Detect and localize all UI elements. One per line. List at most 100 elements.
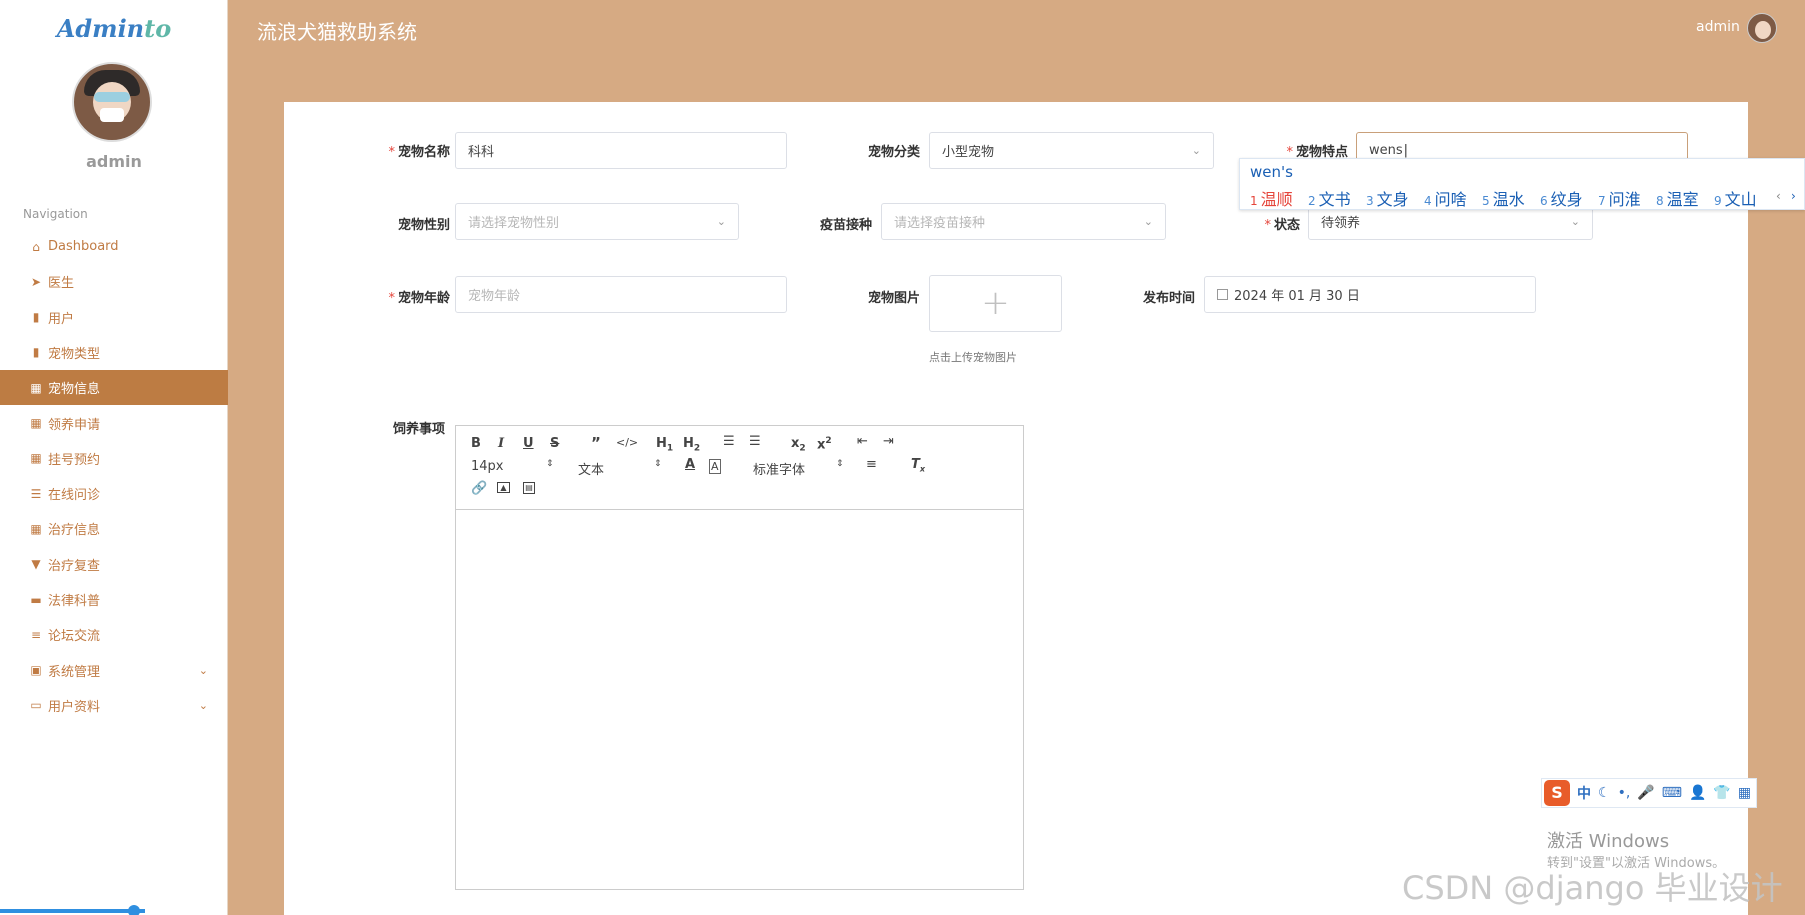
bar-chart-icon: ▮ <box>32 310 40 325</box>
publish-time-input[interactable]: 2024 年 01 月 30 日 <box>1204 276 1536 313</box>
microphone-icon[interactable]: 🎤 <box>1637 785 1654 801</box>
quote-icon[interactable]: ” <box>591 434 601 452</box>
windows-activation-title: 激活 Windows <box>1547 831 1670 852</box>
editor-content-area[interactable] <box>456 511 1023 889</box>
app-logo[interactable]: Adminto <box>0 14 228 43</box>
sidebar-item-label: 挂号预约 <box>48 452 101 468</box>
flag-icon: ▼ <box>31 557 41 572</box>
code-icon[interactable]: </> <box>616 436 638 449</box>
font-family-select[interactable]: 标准字体 ⇕ <box>753 459 844 478</box>
user-avatar[interactable] <box>72 62 152 142</box>
ime-mode-indicator[interactable]: 中 <box>1577 783 1591 803</box>
pet-image-upload[interactable]: + <box>929 275 1062 332</box>
ime-candidate[interactable]: 3 文身 <box>1366 186 1409 210</box>
sidebar-item-label: 治疗信息 <box>48 523 101 539</box>
skin-icon[interactable]: 👕 <box>1713 785 1730 801</box>
csdn-watermark: CSDN @django 毕业设计 <box>1402 869 1783 907</box>
underline-icon[interactable]: U <box>523 436 534 451</box>
sidebar-item[interactable]: ➤ 医生 <box>0 264 228 299</box>
strike-icon[interactable]: S <box>550 436 559 451</box>
sidebar-item[interactable]: ▦ 治疗信息 <box>0 511 228 546</box>
sidebar-item[interactable]: ☰ 在线问诊 <box>0 476 228 511</box>
rich-text-editor: B I U S ” </> H1 H2 ☰ ☰ x2 x2 ⇤ ⇥ 14px ⇕ … <box>455 425 1024 890</box>
sogou-logo-icon[interactable]: S <box>1544 780 1570 806</box>
header-avatar[interactable] <box>1747 13 1777 43</box>
indent-icon[interactable]: ⇥ <box>883 434 894 449</box>
page-scroll-indicator <box>0 909 145 913</box>
chevron-down-icon: ⌄ <box>716 215 726 228</box>
sidebar-item-label: 用户资料 <box>48 699 101 715</box>
punctuation-icon[interactable]: •, <box>1618 785 1631 801</box>
bullet-list-icon[interactable]: ☰ <box>749 434 761 449</box>
chevron-down-icon: ⌄ <box>1191 144 1201 157</box>
ordered-list-icon[interactable]: ☰ <box>723 434 735 449</box>
ime-candidate[interactable]: 1 温顺 <box>1250 186 1293 210</box>
font-color-icon[interactable]: A <box>685 457 695 472</box>
pet-category-select[interactable]: 小型宠物 ⌄ <box>929 132 1214 169</box>
align-icon[interactable]: ≡ <box>866 457 877 472</box>
superscript-icon[interactable]: x2 <box>817 436 832 452</box>
h1-icon[interactable]: H1 <box>656 436 673 454</box>
id-card-icon: ▭ <box>30 698 42 713</box>
video-icon[interactable]: ▤ <box>523 482 535 494</box>
pet-name-label: * 宠物名称 <box>388 145 450 160</box>
bold-icon[interactable]: B <box>471 436 481 451</box>
sliders-icon: ☰ <box>30 486 42 501</box>
ime-candidate[interactable]: 5 温水 <box>1482 186 1525 210</box>
sidebar-username: admin <box>86 152 142 171</box>
italic-icon[interactable]: I <box>498 436 504 451</box>
ime-candidate[interactable]: 2 文书 <box>1308 186 1351 210</box>
ime-candidate[interactable]: 7 问淮 <box>1598 186 1641 210</box>
home-icon: ⌂ <box>32 239 40 254</box>
ime-candidate[interactable]: 6 纹身 <box>1540 186 1583 210</box>
pet-age-input[interactable]: 宠物年龄 <box>455 276 787 313</box>
vaccine-select[interactable]: 请选择疫苗接种 ⌄ <box>881 203 1166 240</box>
scroll-knob[interactable] <box>128 905 140 915</box>
paragraph-select[interactable]: 文本 ⇕ <box>578 459 662 478</box>
grid-icon: ▦ <box>30 521 42 536</box>
care-notes-label: 饲养事项 <box>392 422 445 437</box>
clear-format-icon[interactable]: Tx <box>911 457 925 474</box>
moon-icon[interactable]: ☾ <box>1598 785 1611 801</box>
book-icon: ▮ <box>32 345 40 360</box>
sidebar-item[interactable]: ▭ 用户资料 ⌄ <box>0 688 228 723</box>
subscript-icon[interactable]: x2 <box>791 436 806 454</box>
outdent-icon[interactable]: ⇤ <box>857 434 868 449</box>
grid-icon: ▦ <box>30 451 42 466</box>
sidebar-item[interactable]: ▦ 挂号预约 <box>0 441 228 476</box>
user-icon[interactable]: 👤 <box>1689 785 1706 801</box>
background-color-icon[interactable]: A <box>709 459 721 474</box>
sidebar-item[interactable]: ▦ 宠物信息 <box>0 370 228 406</box>
sidebar-item[interactable]: ▣ 系统管理 ⌄ <box>0 653 228 688</box>
sidebar-item[interactable]: ▮ 用户 <box>0 300 228 335</box>
ime-prev-icon[interactable]: ‹ <box>1776 189 1781 203</box>
ime-candidate[interactable]: 9 文山 <box>1714 186 1757 210</box>
sidebar-item-label: 宠物信息 <box>48 382 101 398</box>
sidebar-item-label: Dashboard <box>48 239 119 254</box>
h2-icon[interactable]: H2 <box>683 436 700 454</box>
image-icon[interactable]: ▲ <box>497 482 510 493</box>
sidebar-item-label: 领养申请 <box>48 417 101 433</box>
keyboard-icon[interactable]: ⌨ <box>1662 785 1682 801</box>
publish-time-label: 发布时间 <box>1142 291 1195 306</box>
sidebar-item[interactable]: ▦ 领养申请 <box>0 406 228 441</box>
ime-candidate[interactable]: 8 温室 <box>1656 186 1699 210</box>
grid-icon: ▦ <box>30 380 42 395</box>
sidebar-item[interactable]: ▬ 法律科普 <box>0 582 228 617</box>
sidebar-item[interactable]: ≡ 论坛交流 <box>0 617 228 652</box>
font-size-select[interactable]: 14px ⇕ <box>471 459 554 474</box>
grid-icon: ▦ <box>30 416 42 430</box>
header-username[interactable]: admin <box>1696 19 1740 35</box>
ime-composition: wen's <box>1250 163 1293 181</box>
ime-next-icon[interactable]: › <box>1791 189 1796 203</box>
sidebar-item-label: 系统管理 <box>48 664 101 680</box>
pet-gender-select[interactable]: 请选择宠物性别 ⌄ <box>455 203 739 240</box>
pet-name-input[interactable]: 科科 <box>455 132 787 169</box>
sidebar-item[interactable]: ▮ 宠物类型 <box>0 335 228 370</box>
sidebar-item[interactable]: ⌂ Dashboard <box>0 229 228 264</box>
ime-candidate[interactable]: 4 问啥 <box>1424 186 1467 210</box>
link-icon[interactable]: 🔗 <box>471 481 487 496</box>
ime-candidate-window: wen's 1 温顺 2 文书 3 文身 4 问啥 5 温水 6 纹身 7 问淮 8 温室 9 文山 ‹ › <box>1239 158 1805 210</box>
apps-icon[interactable]: ▦ <box>1738 785 1751 801</box>
sidebar-item[interactable]: ▼ 治疗复查 <box>0 547 228 582</box>
